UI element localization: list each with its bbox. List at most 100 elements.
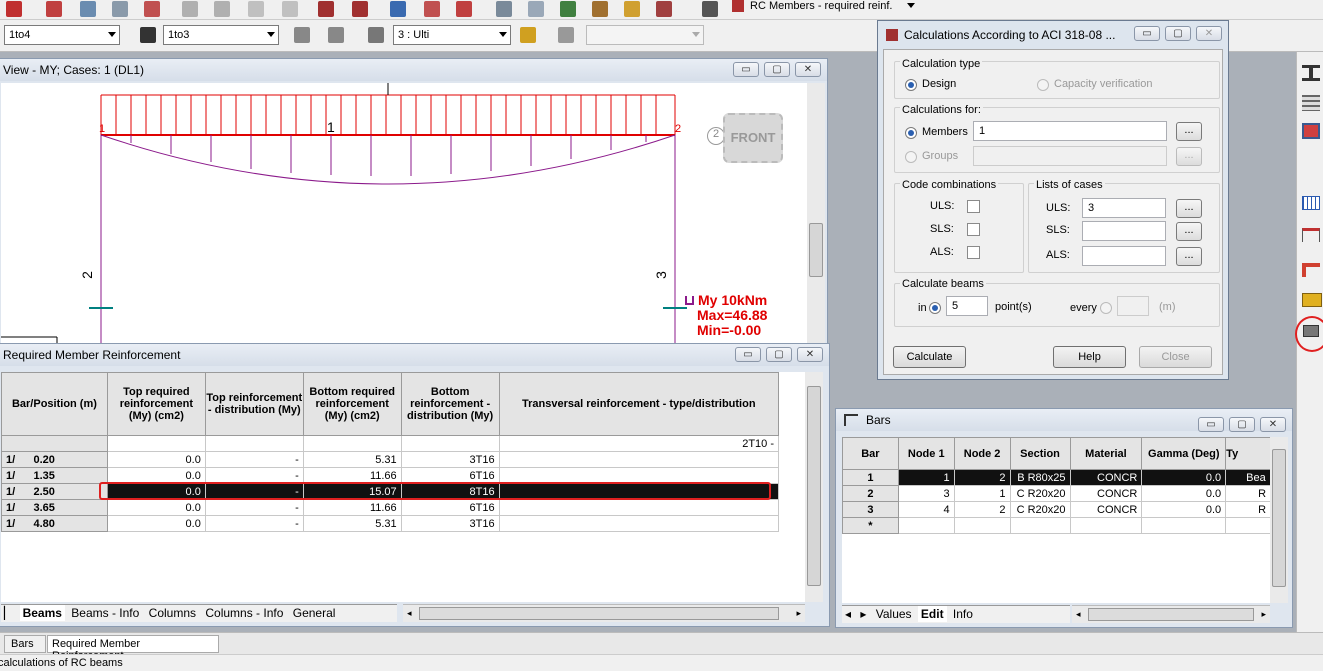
view-cube[interactable]: 2 FRONT (707, 113, 789, 167)
table-view-icon[interactable] (1299, 92, 1323, 114)
cell[interactable] (498, 499, 780, 516)
table-row[interactable]: 1/0.20 0.0-5.31 3T16 (1, 451, 780, 468)
redo-icon[interactable] (352, 1, 368, 17)
view-canvas[interactable]: 1 2 1 2 3 2 FRONT My 10kNm Max=46.88 Min… (1, 83, 807, 343)
cell[interactable] (498, 515, 780, 532)
scroll-right-icon[interactable]: ▸ (1261, 609, 1266, 620)
save-icon[interactable] (6, 1, 22, 17)
mode-icon[interactable] (520, 27, 536, 43)
cell[interactable]: CONCR (1069, 485, 1143, 502)
code-sls-checkbox[interactable] (967, 223, 980, 236)
cell[interactable]: R (1225, 501, 1270, 518)
table-row[interactable]: 1/3.65 0.0-11.66 6T16 (1, 499, 780, 516)
minimize-button[interactable]: ▭ (1134, 26, 1160, 41)
supports-icon[interactable] (1299, 120, 1323, 142)
selection-icon[interactable] (140, 27, 156, 43)
cell[interactable]: 1 (897, 469, 955, 486)
grid-icon[interactable] (1299, 193, 1323, 215)
delete-icon[interactable] (182, 1, 198, 17)
disabled-select[interactable] (586, 25, 704, 45)
tab-edit[interactable]: Edit (917, 606, 947, 622)
column-header[interactable]: Node 2 (953, 437, 1011, 470)
cell[interactable]: 5.31 (302, 515, 402, 532)
filter-icon[interactable] (294, 27, 310, 43)
tab-beams[interactable]: Beams (19, 605, 65, 621)
members-input[interactable]: 1 (973, 121, 1167, 141)
close-dialog-button[interactable]: Close (1139, 346, 1212, 368)
nodes-select[interactable]: 1to4 (4, 25, 120, 45)
row-header[interactable]: * (842, 517, 899, 534)
table-row[interactable]: 231C R20x20 CONCR 0.0 R (842, 485, 1270, 502)
cut-icon[interactable] (214, 1, 230, 17)
list-uls-input[interactable]: 3 (1082, 198, 1166, 218)
cell[interactable]: 0.0 (106, 499, 206, 516)
minimize-button[interactable]: ▭ (1198, 417, 1224, 432)
cell[interactable]: 0.0 (1141, 469, 1227, 486)
column-header[interactable]: Material (1069, 437, 1143, 470)
row-header[interactable]: 2 (842, 485, 899, 502)
help-button[interactable]: Help (1053, 346, 1126, 368)
table-icon[interactable] (390, 1, 406, 17)
tab-values[interactable]: Values (873, 606, 915, 622)
tab-columns[interactable]: Columns (146, 605, 199, 621)
list-als-browse-button[interactable]: ... (1176, 247, 1202, 266)
row-header[interactable]: 1/0.20 (1, 451, 108, 468)
column-header[interactable]: Transversal reinforcement - type/distrib… (498, 372, 780, 436)
row-header[interactable]: 1/2.50 (1, 483, 108, 500)
table-row[interactable]: 1/4.80 0.0-5.31 3T16 (1, 515, 780, 532)
zoom-window-icon[interactable] (528, 1, 544, 17)
column-header[interactable]: Bottom reinforcement - distribution (My) (400, 372, 500, 436)
cell[interactable]: R (1225, 485, 1270, 502)
cell[interactable]: 0.0 (106, 451, 206, 468)
column-header[interactable]: Bar (842, 437, 899, 470)
axes-icon[interactable] (560, 1, 576, 17)
wrench-icon[interactable] (656, 1, 672, 17)
tab-general[interactable]: General (290, 605, 339, 621)
cell[interactable]: 0.0 (1141, 485, 1227, 502)
view-vscroll[interactable] (807, 83, 825, 343)
code-uls-checkbox[interactable] (967, 200, 980, 213)
view-icon[interactable] (592, 1, 608, 17)
table-row[interactable]: 2T10 - (1, 435, 780, 452)
table-row[interactable]: 342C R20x20 CONCR 0.0 R (842, 501, 1270, 518)
column-header[interactable]: Bottom required reinforcement (My) (cm2) (302, 372, 402, 436)
every-radio[interactable] (1100, 302, 1112, 314)
mode2-icon[interactable] (558, 27, 574, 43)
cell[interactable]: 0.0 (1141, 501, 1227, 518)
row-header[interactable]: 1/3.65 (1, 499, 108, 516)
code-als-checkbox[interactable] (967, 246, 980, 259)
reinforcement-vscroll[interactable] (805, 372, 823, 602)
copy-icon[interactable] (248, 1, 264, 17)
taskbar-item-reinforcement[interactable]: Required Member Reinforcement (47, 635, 219, 662)
table-row-new[interactable]: * (842, 517, 1270, 534)
groups-radio[interactable] (905, 151, 917, 163)
column-header[interactable]: Bar/Position (m) (1, 372, 108, 436)
groups-input[interactable] (973, 146, 1167, 166)
section-icon[interactable] (1299, 62, 1323, 84)
groups-browse-button[interactable]: ... (1176, 147, 1202, 166)
row-header[interactable]: 1/4.80 (1, 515, 108, 532)
cell[interactable]: 4 (897, 501, 955, 518)
cell[interactable]: CONCR (1069, 501, 1143, 518)
close-button[interactable]: ✕ (795, 62, 821, 77)
table-row-selected[interactable]: 112B R80x25 CONCR 0.0 Bea (842, 469, 1270, 486)
column-header[interactable]: Top required reinforcement (My) (cm2) (106, 372, 206, 436)
capacity-radio[interactable] (1037, 79, 1049, 91)
design-radio[interactable] (905, 79, 917, 91)
print-icon[interactable] (46, 1, 62, 17)
every-input[interactable] (1117, 296, 1149, 316)
maximize-button[interactable]: ▢ (766, 347, 792, 362)
cases-select[interactable]: 3 : Ulti (393, 25, 511, 45)
frame-icon[interactable] (1299, 225, 1323, 247)
bars-vscroll[interactable] (1270, 437, 1288, 603)
row-header[interactable]: 1/1.35 (1, 467, 108, 484)
cell[interactable]: C R20x20 (1009, 501, 1071, 518)
layout-select[interactable]: RC Members - required reinf. (728, 0, 918, 15)
list-als-input[interactable] (1082, 246, 1166, 266)
maximize-button[interactable]: ▢ (1229, 417, 1255, 432)
calculate-button[interactable]: Calculate (893, 346, 966, 368)
cell[interactable]: 2 (953, 469, 1011, 486)
filter2-icon[interactable] (328, 27, 344, 43)
block-icon[interactable] (1299, 290, 1323, 312)
calendar-icon[interactable] (424, 1, 440, 17)
